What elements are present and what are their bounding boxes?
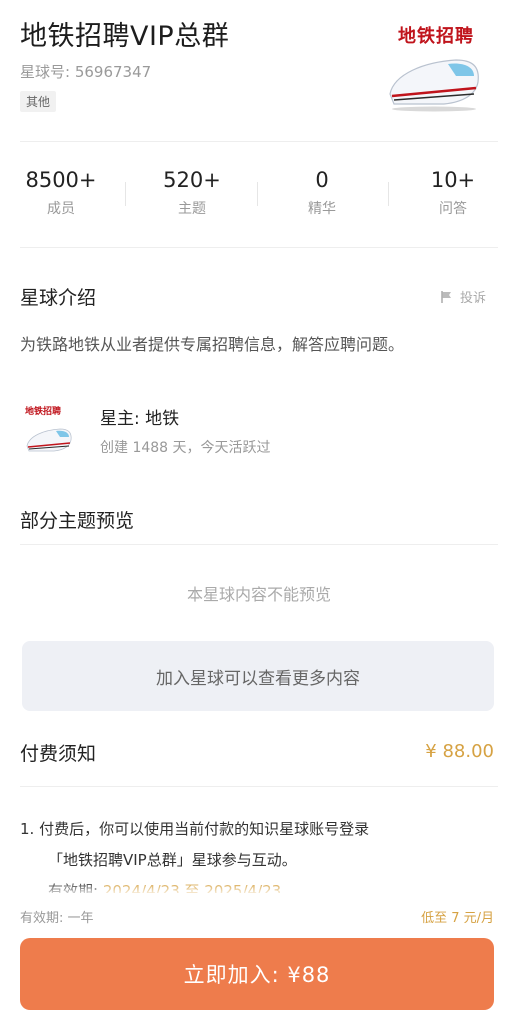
join-button[interactable]: 立即加入: ¥88 bbox=[20, 938, 494, 1010]
star-id: 星球号: 56967347 bbox=[20, 63, 152, 81]
preview-heading: 部分主题预览 bbox=[20, 510, 135, 532]
stat-label: 问答 bbox=[439, 201, 467, 217]
owner-name[interactable]: 星主: 地铁 bbox=[100, 404, 179, 429]
stat-members[interactable]: 8500+ 成员 bbox=[11, 168, 111, 218]
stat-value: 10+ bbox=[430, 168, 476, 192]
price: ¥ 88.00 bbox=[425, 741, 494, 762]
note-line: 1. 付费后，你可以使用当前付款的知识星球账号登录 bbox=[20, 820, 370, 838]
join-more-banner[interactable]: 加入星球可以查看更多内容 bbox=[22, 641, 494, 711]
payment-divider bbox=[20, 786, 498, 787]
flag-icon bbox=[441, 290, 451, 303]
stat-essence[interactable]: 0 精华 bbox=[272, 168, 372, 218]
logo-text: 地铁招聘 bbox=[398, 26, 474, 47]
preview-divider bbox=[20, 544, 498, 545]
intro-text: 为铁路地铁从业者提供专属招聘信息，解答应聘问题。 bbox=[20, 335, 405, 354]
stat-label: 成员 bbox=[47, 201, 75, 217]
header-divider bbox=[20, 141, 498, 142]
per-month-price: 低至 7 元/月 bbox=[421, 911, 494, 926]
stats-row: 8500+ 成员 520+ 主题 0 精华 10+ 问答 bbox=[0, 168, 518, 228]
no-preview-text: 本星球内容不能预览 bbox=[186, 585, 331, 604]
stat-label: 主题 bbox=[178, 201, 206, 217]
report-button[interactable]: 投诉 bbox=[440, 287, 486, 306]
category-tag: 其他 bbox=[20, 91, 57, 112]
report-label: 投诉 bbox=[460, 291, 487, 306]
intro-heading: 星球介绍 bbox=[20, 287, 97, 309]
owner-logo-text: 地铁招聘 bbox=[25, 407, 62, 417]
stat-separator bbox=[125, 182, 126, 206]
stat-separator bbox=[257, 182, 258, 206]
stat-value: 0 bbox=[315, 168, 329, 192]
stat-qa[interactable]: 10+ 问答 bbox=[403, 168, 503, 218]
train-icon bbox=[26, 428, 72, 452]
note-line: 「地铁招聘VIP总群」星球参与互动。 bbox=[48, 851, 297, 869]
payment-heading: 付费须知 bbox=[20, 743, 97, 765]
stat-value: 520+ bbox=[163, 168, 221, 192]
stat-separator bbox=[388, 182, 389, 206]
owner-meta: 创建 1488 天，今天活跃过 bbox=[100, 440, 271, 456]
stats-divider bbox=[20, 247, 498, 248]
page-title: 地铁招聘VIP总群 bbox=[20, 21, 230, 52]
bottom-bar: 有效期: 一年 低至 7 元/月 立即加入: ¥88 bbox=[0, 893, 518, 1024]
train-icon bbox=[389, 59, 479, 112]
stat-value: 8500+ bbox=[25, 168, 97, 192]
planet-logo: 地铁招聘 bbox=[384, 20, 494, 115]
stat-topics[interactable]: 520+ 主题 bbox=[142, 168, 242, 218]
owner-avatar[interactable]: 地铁招聘 bbox=[22, 402, 78, 462]
validity-summary: 有效期: 一年 bbox=[20, 911, 94, 926]
stat-label: 精华 bbox=[308, 201, 336, 217]
planet-detail-page: 地铁招聘VIP总群 星球号: 56967347 其他 地铁招聘 8500+ 成员… bbox=[0, 0, 518, 1024]
